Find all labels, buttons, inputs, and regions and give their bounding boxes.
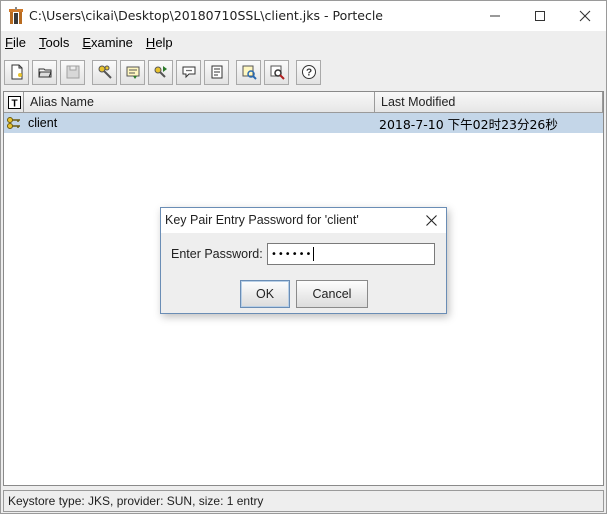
svg-text:T: T xyxy=(11,98,17,109)
open-keystore-button[interactable] xyxy=(32,59,57,85)
password-dialog: Key Pair Entry Password for 'client' Ent… xyxy=(160,207,447,314)
toolbar: ? xyxy=(1,56,606,88)
cancel-button[interactable]: Cancel xyxy=(296,280,368,308)
svg-text:?: ? xyxy=(305,68,311,79)
keystore-report-icon xyxy=(211,65,222,79)
column-header-type[interactable]: T xyxy=(4,92,24,113)
examine-crl-button[interactable] xyxy=(264,59,289,85)
menu-examine[interactable]: Examine xyxy=(82,35,133,50)
new-keystore-icon xyxy=(11,64,22,80)
new-keystore-button[interactable] xyxy=(4,59,29,85)
dialog-title: Key Pair Entry Password for 'client' xyxy=(165,213,359,227)
dialog-close-button[interactable] xyxy=(420,210,442,230)
examine-certificate-button[interactable] xyxy=(236,59,261,85)
help-button[interactable]: ? xyxy=(296,59,321,85)
password-input[interactable]: •••••• xyxy=(267,243,435,265)
password-label: Enter Password: xyxy=(171,247,263,261)
table-row[interactable]: client 2018-7-10 下午02时23分26秒 xyxy=(4,113,603,133)
column-header-last-modified[interactable]: Last Modified xyxy=(375,92,603,113)
column-header-alias[interactable]: Alias Name xyxy=(24,92,375,113)
menu-file[interactable]: File xyxy=(5,35,26,50)
generate-keypair-icon xyxy=(98,65,112,79)
alias-cell: client xyxy=(28,116,58,130)
status-bar: Keystore type: JKS, provider: SUN, size:… xyxy=(3,490,604,512)
import-keypair-icon xyxy=(154,66,167,78)
dialog-title-bar: Key Pair Entry Password for 'client' xyxy=(161,208,446,233)
table-header: T Alias Name Last Modified xyxy=(4,92,603,113)
window-title: C:\Users\cikai\Desktop\20180710SSL\clien… xyxy=(29,8,383,23)
password-mask: •••••• xyxy=(271,248,313,260)
menu-help[interactable]: Help xyxy=(146,35,173,50)
examine-crl-icon xyxy=(270,65,285,80)
import-trusted-cert-button[interactable] xyxy=(120,59,145,85)
open-keystore-icon xyxy=(37,68,52,78)
import-trusted-cert-icon xyxy=(126,66,139,79)
last-modified-cell: 2018-7-10 下午02时23分26秒 xyxy=(379,116,558,132)
save-keystore-icon xyxy=(66,65,79,79)
set-password-icon xyxy=(182,66,195,79)
menu-bar: File Tools Examine Help xyxy=(1,31,606,53)
text-caret xyxy=(313,247,315,261)
minimize-button[interactable] xyxy=(472,1,517,31)
close-button[interactable] xyxy=(562,1,607,31)
minimize-icon xyxy=(489,15,500,17)
maximize-button[interactable] xyxy=(517,1,562,31)
set-password-button[interactable] xyxy=(176,59,201,85)
import-keypair-button[interactable] xyxy=(148,59,173,85)
entry-type-cell xyxy=(4,115,24,131)
title-bar: C:\Users\cikai\Desktop\20180710SSL\clien… xyxy=(1,1,606,31)
generate-keypair-button[interactable] xyxy=(92,59,117,85)
menu-tools[interactable]: Tools xyxy=(39,35,69,50)
portecle-app-icon xyxy=(9,7,23,24)
key-pair-icon xyxy=(7,117,20,129)
maximize-icon xyxy=(534,11,545,21)
examine-certificate-icon xyxy=(242,65,257,80)
save-keystore-button[interactable] xyxy=(60,59,85,85)
keystore-report-button[interactable] xyxy=(204,59,229,85)
close-icon xyxy=(579,10,590,22)
main-window: C:\Users\cikai\Desktop\20180710SSL\clien… xyxy=(0,0,607,514)
help-icon: ? xyxy=(301,65,316,79)
close-icon xyxy=(425,214,437,226)
type-column-icon: T xyxy=(8,95,21,109)
ok-button[interactable]: OK xyxy=(240,280,290,308)
